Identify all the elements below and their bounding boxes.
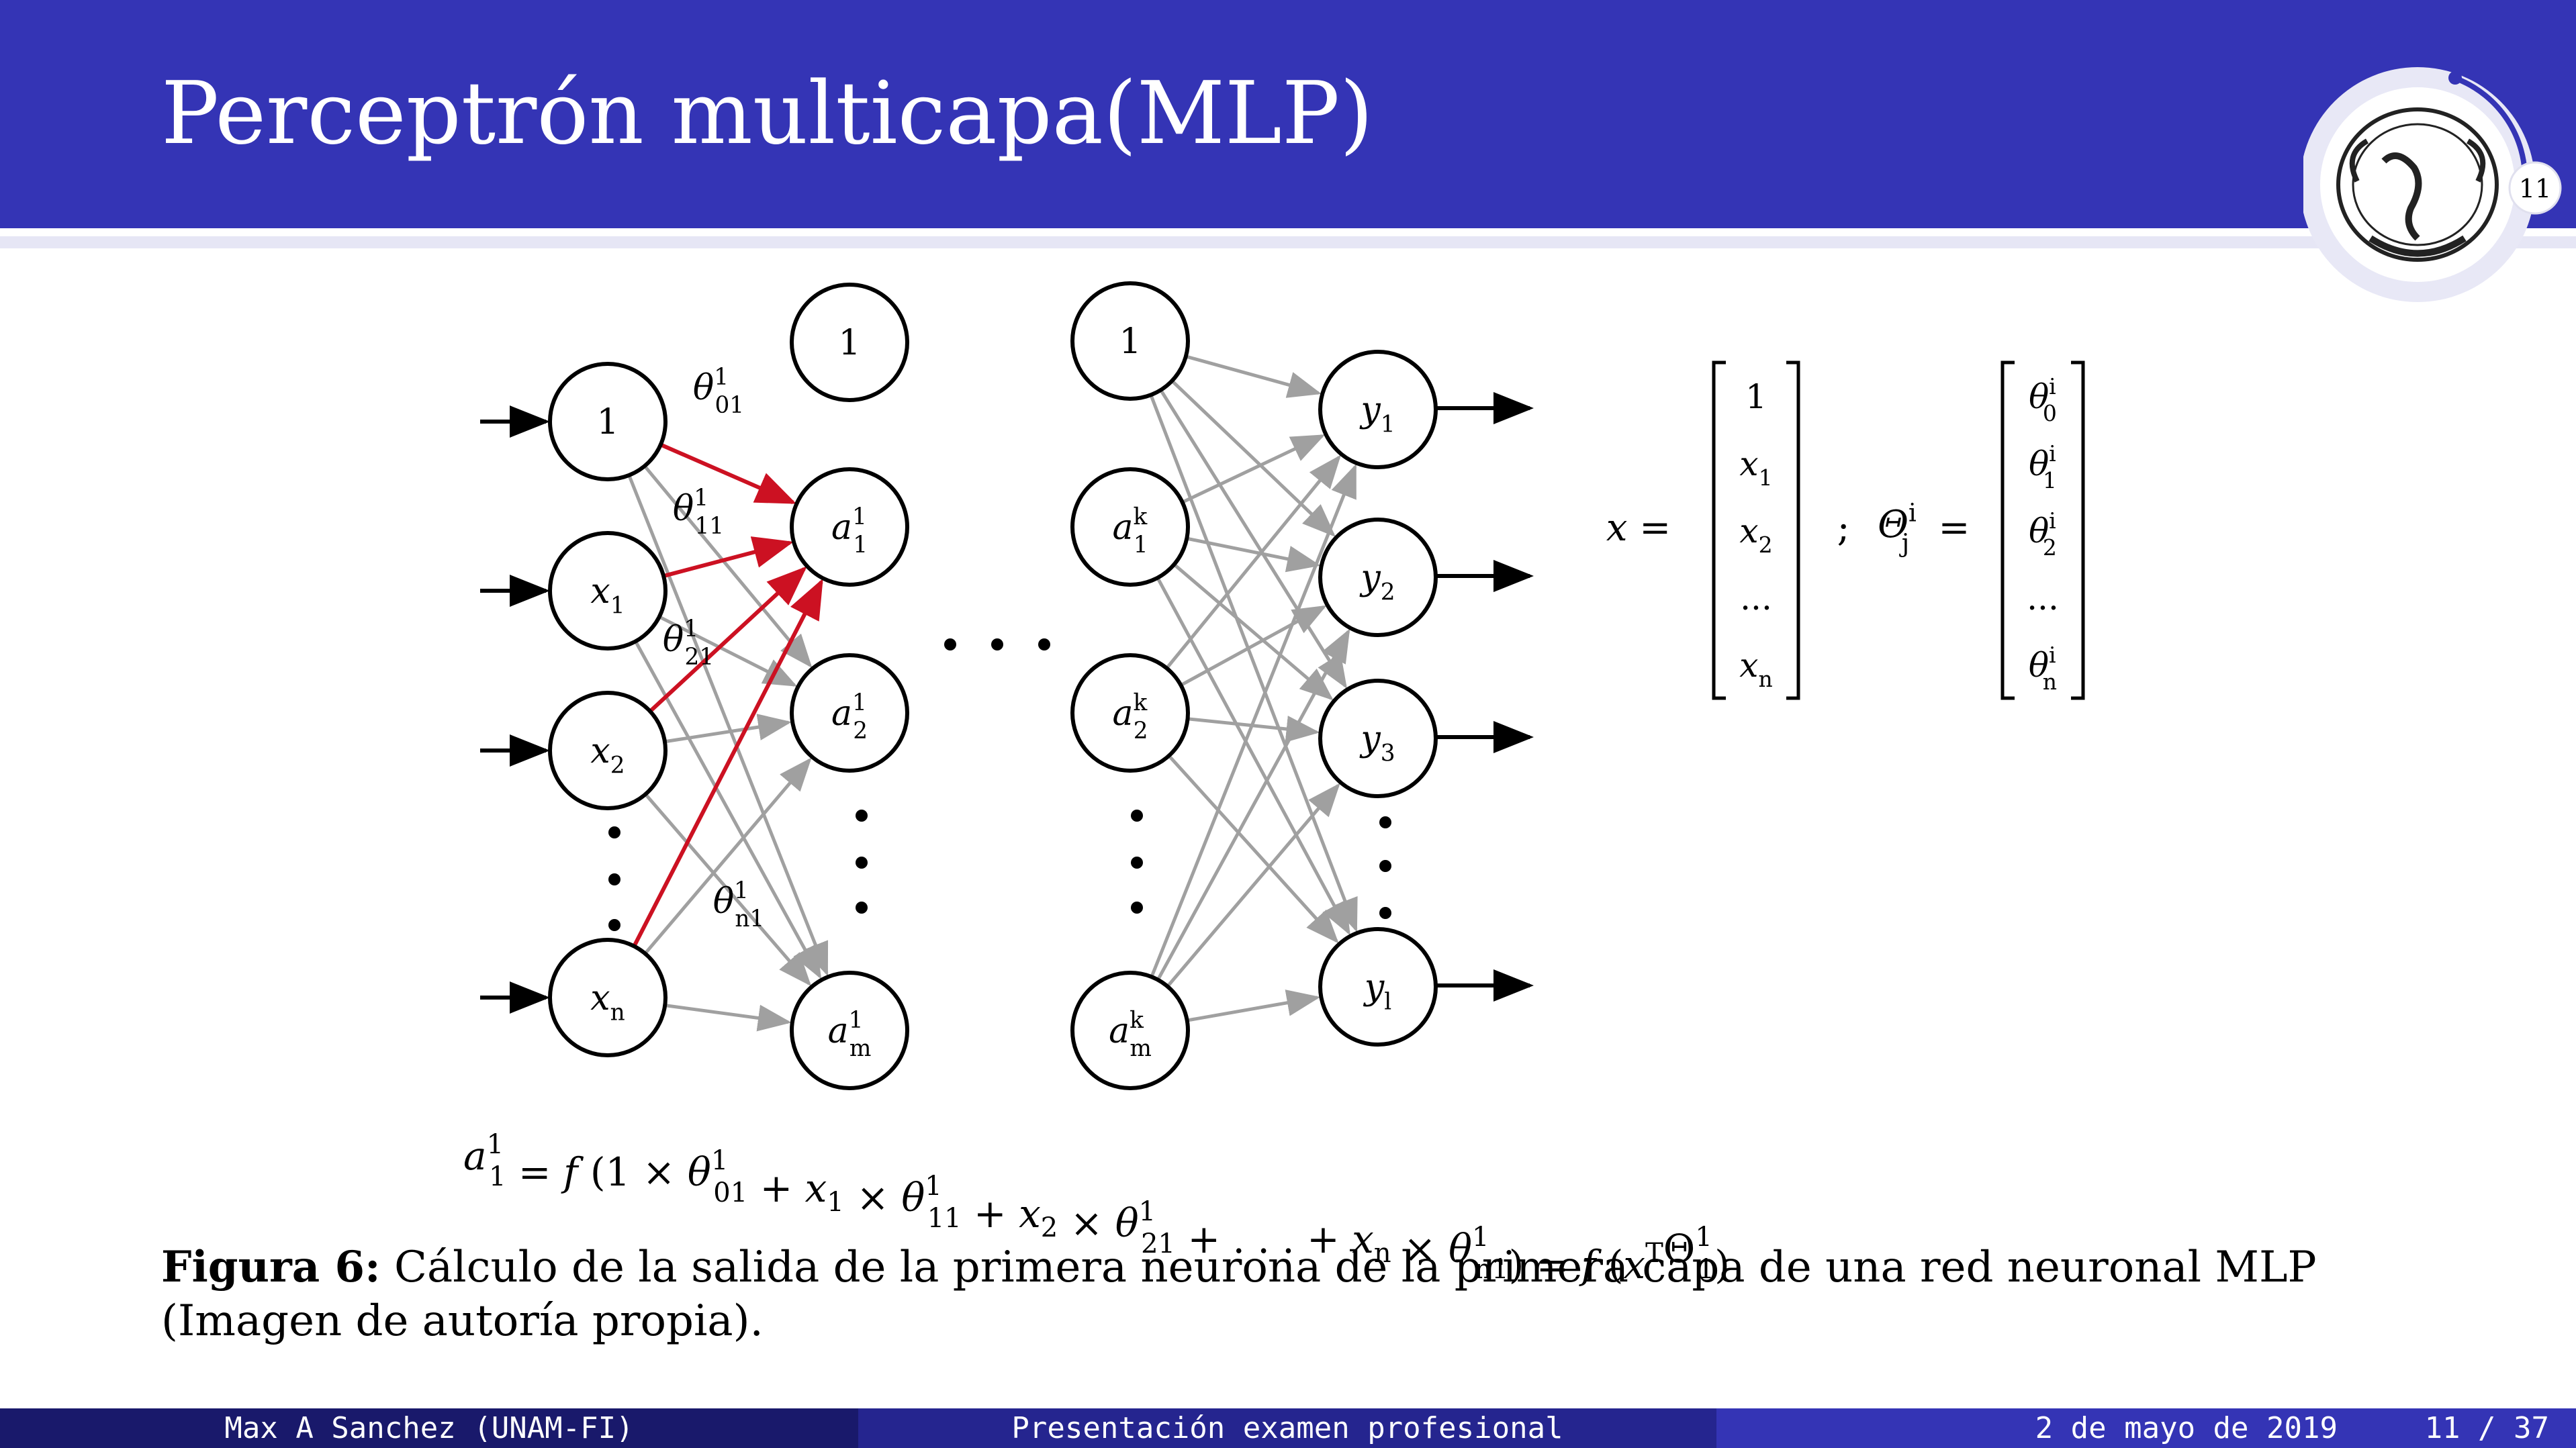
x-vector-entry-2: x2 — [1739, 512, 1772, 558]
footer-bar: Max A Sanchez (UNAM-FI) Presentación exa… — [0, 1408, 2576, 1448]
theta-vector-label: Θi j — [1878, 498, 1917, 557]
edge-hk0-out0 — [1185, 354, 1322, 398]
input-ellipsis-1 — [608, 873, 620, 885]
hidden1-ellipsis-2 — [856, 902, 868, 914]
input-ellipsis-0 — [608, 826, 620, 838]
theta-vector-entry-1: θi 1 — [2029, 440, 2057, 493]
weight-label-3: θ1 n1 — [713, 877, 765, 932]
footer-right: 2 de mayo de 2019 11 / 37 — [1716, 1408, 2576, 1448]
layer-ellipsis-2 — [1038, 638, 1050, 650]
x-vector-entry-0: 1 — [1745, 377, 1767, 416]
x-vector-entry-4: xn — [1739, 646, 1772, 692]
x-vector-entry-1: x1 — [1739, 444, 1772, 491]
theta-vector-entry-0: θi 0 — [2029, 373, 2057, 426]
input-bias-node-label: 1 — [596, 402, 618, 442]
footer-page-number: 11 / 37 — [2424, 1411, 2549, 1445]
footer-author: Max A Sanchez (UNAM-FI) — [0, 1408, 858, 1448]
hiddenk-ellipsis-1 — [1131, 857, 1143, 869]
footer-date: 2 de mayo de 2019 — [2035, 1411, 2338, 1445]
edge-hk3-out2 — [1166, 783, 1340, 988]
edge-red-in1-a1 — [663, 536, 794, 578]
theta-vector-right-bracket — [2071, 360, 2085, 700]
output-ellipsis-1 — [1379, 860, 1391, 872]
edge-in3-h11 — [643, 757, 812, 955]
edge-hk1-out0 — [1181, 434, 1326, 504]
x-vector-left-bracket — [1712, 360, 1726, 700]
footer-presentation: Presentación examen profesional — [858, 1408, 1716, 1448]
weight-label-0: θ1 01 — [693, 364, 744, 419]
hidden1-ellipsis-0 — [856, 810, 868, 822]
edge-hk3-out3 — [1187, 990, 1321, 1022]
x-vector-right-bracket — [1786, 360, 1800, 700]
input-ellipsis-2 — [608, 919, 620, 931]
theta-equals: = — [1939, 506, 1970, 550]
theta-vector-entry-4: θi n — [2029, 642, 2057, 695]
figure-caption: Figura 6: Cálculo de la salida de la pri… — [161, 1241, 2431, 1348]
theta-vector-entry-3: ... — [2027, 579, 2059, 618]
hiddenk-ellipsis-0 — [1131, 810, 1143, 822]
weight-label-1: θ1 11 — [673, 485, 724, 540]
theta-vector-entry-2: θi 2 — [2029, 508, 2057, 561]
weight-label-2: θ1 21 — [663, 616, 714, 671]
vector-separator: ; — [1837, 506, 1850, 550]
mlp-network-diagram: 1x1x2xn1a1 1a1 2a1 m1ak 1ak 2ak my1y2y3ylθ1 01θ… — [463, 281, 2085, 1288]
hiddenk-bias-node-label: 1 — [1119, 322, 1141, 362]
output-ellipsis-0 — [1379, 816, 1391, 828]
layer-ellipsis-1 — [991, 638, 1003, 650]
theta-vector-left-bracket — [2000, 360, 2015, 700]
output-ellipsis-2 — [1379, 907, 1391, 919]
edge-in1-h12 — [634, 640, 822, 979]
caption-text: Cálculo de la salida de la primera neuro… — [161, 1243, 2317, 1346]
x-vector-entry-3: ... — [1740, 579, 1772, 618]
layer-ellipsis-0 — [944, 638, 956, 650]
edge-in3-h12 — [664, 1004, 792, 1032]
hidden1-ellipsis-1 — [856, 857, 868, 869]
caption-label: Figura 6: — [161, 1242, 381, 1292]
hiddenk-ellipsis-2 — [1131, 902, 1143, 914]
hidden1-bias-node-label: 1 — [838, 323, 860, 363]
x-vector-label: x = — [1606, 506, 1671, 550]
